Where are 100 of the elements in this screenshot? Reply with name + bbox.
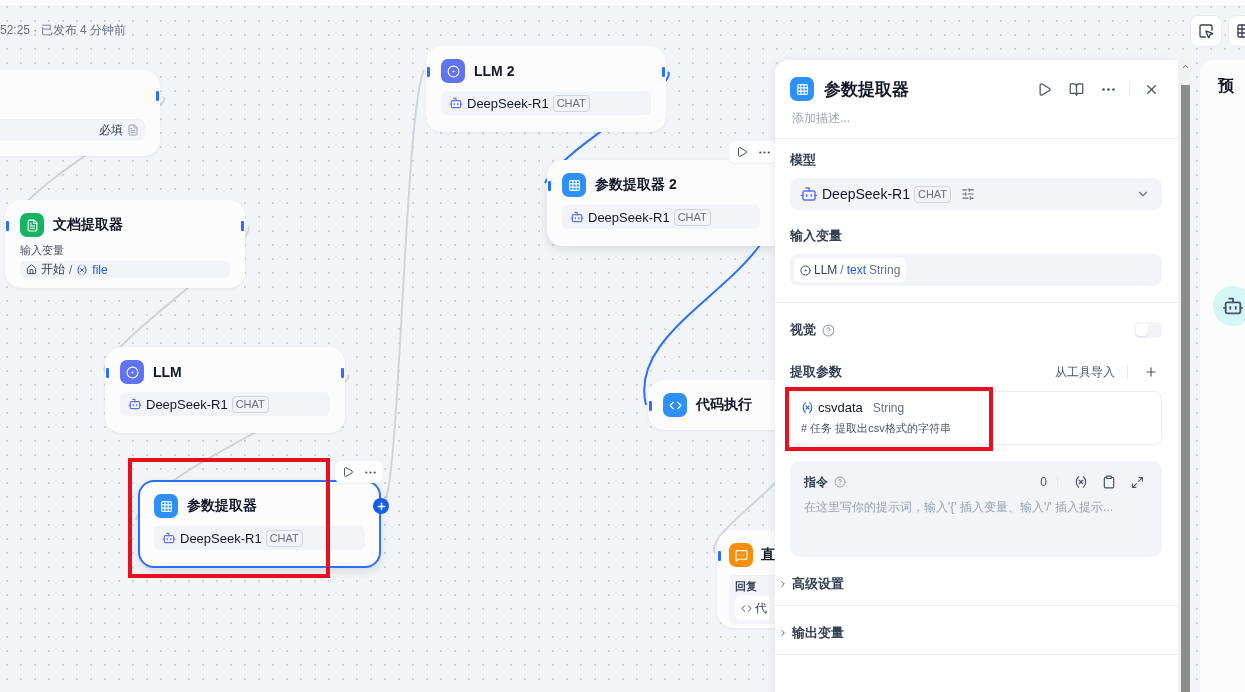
section-label: 提取参数 [790,363,842,381]
robot-icon [128,397,142,411]
variable-icon [801,401,814,414]
connection-handle[interactable] [156,91,159,101]
connection-handle[interactable] [548,181,551,191]
node-title: LLM [153,364,182,380]
connection-handle[interactable] [241,221,244,231]
variable-icon [76,263,89,276]
vision-toggle[interactable] [1134,322,1162,338]
variable-icon [1074,475,1088,489]
model-name: DeepSeek-R1 [180,530,262,546]
sliders-icon [961,187,976,201]
circle-icon [800,264,811,276]
play-icon [736,146,748,158]
workflow-node[interactable]: LLM DeepSeek-R1 CHAT [105,347,345,433]
connection-handle[interactable] [718,551,721,561]
circle-icon [446,64,460,78]
cursor-icon [1198,23,1214,39]
node-title: 参数提取器 2 [595,176,677,194]
robot-icon [570,210,584,224]
node-title: LLM 2 [474,63,515,79]
help-icon [822,323,835,337]
instruction-editor[interactable]: 指令 0 在这里写你的提示词，输入'{' 插入变量、输入'/' 插入提示... [790,461,1162,557]
grid-icon [159,499,173,513]
plus-icon [1144,365,1158,379]
more-icon [364,470,376,474]
robot-icon [800,185,818,203]
play-icon [1036,81,1052,97]
connection-handle[interactable] [649,401,652,411]
checklist-button[interactable] [1190,15,1222,47]
workflow-node[interactable]: 文档提取器 输入变量 开始 / file [5,200,245,288]
panel-title: 参数提取器 [824,78,910,101]
chevron-up-icon [1181,62,1190,71]
run-button[interactable] [735,145,749,159]
clipboard-icon [1102,475,1116,489]
node-title: 参数提取器 [187,497,257,515]
instruction-label: 指令 [804,473,828,491]
parameter-type: String [872,400,905,415]
workflow-node[interactable]: 必填 [0,70,160,156]
input-label: 输入变量 [20,243,65,258]
connection-handle[interactable] [341,368,344,378]
robot-icon [162,531,176,545]
run-button[interactable] [341,465,355,479]
model-tag: CHAT [265,529,303,547]
model-name: DeepSeek-R1 [146,396,228,412]
workflow-node[interactable]: 参数提取器 DeepSeek-R1 CHAT [138,480,381,568]
variable-chip: LLM / text String [794,258,907,282]
collapsible-section[interactable]: 输出变量 [775,606,1178,654]
parameter-description: # 任务 提取出csv格式的字符串 [801,421,952,436]
model-tag: CHAT [552,94,590,112]
section-label: 输入变量 [790,227,843,245]
node-title: 文档提取器 [53,216,123,234]
model-tag: CHAT [231,395,269,413]
preview-title: 预 [1218,77,1234,94]
reply-source: 代 [735,596,769,620]
section-label: 模型 [790,151,817,169]
source-name: 开始 [41,261,65,278]
scrollbar[interactable] [1180,60,1191,692]
robot-icon [1222,295,1244,317]
connection-handle[interactable] [106,368,109,378]
section-label: 视觉 [790,321,816,339]
parameter-card[interactable]: csvdata String # 任务 提取出csv格式的字符串 [790,391,1162,445]
variable-name: file [92,262,108,277]
expand-icon [1130,475,1144,489]
code-icon [741,602,752,614]
path-separator: / [69,262,73,277]
description-field[interactable]: 添加描述... [790,110,1163,126]
model-name: DeepSeek-R1 [588,209,670,225]
input-variable-field[interactable]: LLM / text String [790,254,1162,286]
more-icon [1101,87,1115,91]
document-icon [25,218,39,232]
robot-icon [449,96,463,110]
workflow-node[interactable]: 直 回复 代 [717,530,775,628]
model-select[interactable]: DeepSeek-R1 CHAT [790,178,1162,210]
import-link[interactable]: 从工具导入 [1055,363,1115,381]
chat-icon [734,548,748,562]
chevron-right-icon [778,579,788,589]
document-icon [127,124,139,136]
workflow-node[interactable]: LLM 2 DeepSeek-R1 CHAT [426,46,666,132]
circle-icon [125,365,139,379]
model-tag: CHAT [673,208,711,226]
parameter-name: csvdata [818,400,863,415]
chevron-right-icon [778,628,788,638]
workflow-node[interactable]: 代码执行 [648,380,775,430]
play-icon [342,466,354,478]
collapsible-section[interactable]: 高级设置 [775,557,1178,605]
connection-handle[interactable] [662,67,665,77]
more-icon [758,150,770,154]
prompt-field[interactable]: 在这里写你的提示词，输入'{' 插入变量、输入'/' 插入提示... [804,499,1148,539]
workflow-node[interactable]: 参数提取器 2 DeepSeek-R1 CHAT [547,160,775,246]
grid-icon [567,178,581,192]
grid-icon [795,82,809,96]
required-label: 必填 [99,121,123,139]
model-name: DeepSeek-R1 [467,95,549,111]
add-node-handle[interactable] [373,498,389,514]
connection-handle[interactable] [427,67,430,77]
plus-icon [375,500,387,512]
connection-handle[interactable] [6,221,9,231]
publish-status: 52:25 · 已发布 4 分钟前 [0,22,127,39]
help-icon [834,476,846,488]
